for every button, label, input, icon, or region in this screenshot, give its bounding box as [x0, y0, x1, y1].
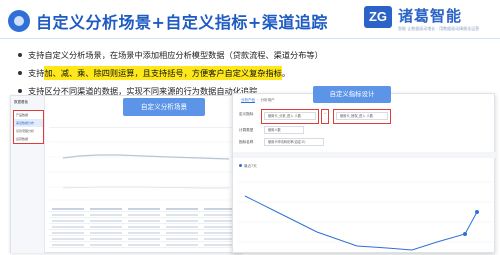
brand-logo: ZG 诸葛智能 智能 让数据驱动增长 · 用数据驱动精细化运营: [364, 4, 494, 36]
slide: 自定义分析场景+自定义指标+渠道追踪 ZG 诸葛智能 智能 让数据驱动增长 · …: [0, 0, 500, 255]
sidebar-item-product[interactable]: 产品数据: [14, 111, 43, 119]
logo-mark-icon: ZG: [364, 6, 392, 28]
header-divider: [0, 38, 500, 39]
bullet-item: 支持自定义分析场景，在场景中添加相应分析模型数据（贷款流程、渠道分布等）: [18, 46, 358, 64]
date-range-icon: [239, 164, 242, 167]
sidebar-item-operations[interactable]: 运营数据: [14, 135, 43, 143]
scene-data-table: [49, 206, 239, 252]
bullet-list: 支持自定义分析场景，在场景中添加相应分析模型数据（贷款流程、渠道分布等） 支持加…: [18, 46, 358, 100]
custom-metric-badge: 自定义指标设计: [313, 86, 391, 103]
table-row: [49, 242, 239, 248]
metric-point: [475, 210, 479, 214]
sidebar-item-channel[interactable]: 渠道数据分布: [14, 119, 43, 127]
chart-toolbar: 最近7天: [239, 164, 257, 169]
date-range-select[interactable]: 最近7天: [244, 164, 257, 168]
logo-text: 诸葛智能: [398, 7, 463, 25]
metric-tabs: 分析产品 · 分析用户: [241, 98, 275, 103]
sidebar-item-loan-flow[interactable]: 贷款流程分析: [14, 127, 43, 135]
formula-operator-highlight[interactable]: ÷: [321, 109, 329, 124]
page-title: 自定义分析场景+自定义指标+渠道追踪: [36, 13, 328, 32]
bullet-item: 支持 加、减、乘、除四则运算，且支持括号，方便客户自定义复杂指标。: [18, 64, 358, 82]
bullet-text: 支持自定义分析场景，在场景中添加相应分析模型数据（贷款流程、渠道分布等）: [28, 50, 323, 60]
calc-type-label: 计算类型: [239, 128, 254, 132]
metric-name-label: 指标名称: [239, 140, 254, 144]
metric-name-input[interactable]: 使用卡申请转化率(自定义): [264, 138, 324, 146]
formula-operand-a[interactable]: 使用卡_分析_进入 人数: [264, 112, 316, 120]
custom-metric-screenshot: 自定义指标设计 分析产品 · 分析用户 定义指标 使用卡_分析_进入 人数 ÷ …: [232, 86, 496, 253]
metric-line-chart: [237, 181, 492, 251]
formula-operand-b[interactable]: 使用卡_授权_进入 人数: [336, 112, 388, 120]
calc-type-select[interactable]: 使用人数: [264, 126, 304, 134]
scene-line-chart: [49, 141, 239, 201]
bullet-text-suffix: 。: [281, 68, 291, 78]
bullet-highlight: 加、减、乘、除四则运算，且支持括号，方便客户自定义复杂指标: [44, 66, 282, 80]
tab-analyze-product[interactable]: 分析产品: [241, 98, 255, 103]
title-row: 自定义分析场景+自定义指标+渠道追踪: [8, 6, 328, 36]
formula-label: 定义指标: [239, 112, 254, 116]
scene-list-highlight: 产品数据 渠道数据分布 贷款流程分析 运营数据: [13, 110, 44, 144]
title-bullet-icon: [8, 10, 30, 32]
tab-analyze-user[interactable]: 分析用户: [261, 98, 275, 102]
screenshot-area: 数据看板 产品数据 渠道数据分布 贷款流程分析 运营数据 自定义分析场景 自定义…: [10, 86, 496, 253]
logo-subtitle: 智能 让数据驱动增长 · 用数据驱动精细化运营: [398, 26, 480, 31]
bullet-dot-icon: [18, 89, 22, 93]
scene-toolbar: [49, 120, 237, 128]
operator-divide-icon: ÷: [323, 111, 327, 115]
metric-point: [463, 232, 467, 236]
bullet-dot-icon: [18, 53, 22, 57]
scene-sidebar: 数据看板 产品数据 渠道数据分布 贷款流程分析 运营数据: [11, 96, 45, 253]
section-separator: [233, 152, 496, 158]
analysis-scene-screenshot: 数据看板 产品数据 渠道数据分布 贷款流程分析 运营数据 自定义分析场景: [10, 95, 242, 253]
analysis-scene-badge: 自定义分析场景: [123, 98, 205, 116]
bullet-dot-icon: [18, 71, 22, 75]
bullet-text-prefix: 支持: [28, 68, 45, 78]
sidebar-title: 数据看板: [14, 100, 28, 104]
